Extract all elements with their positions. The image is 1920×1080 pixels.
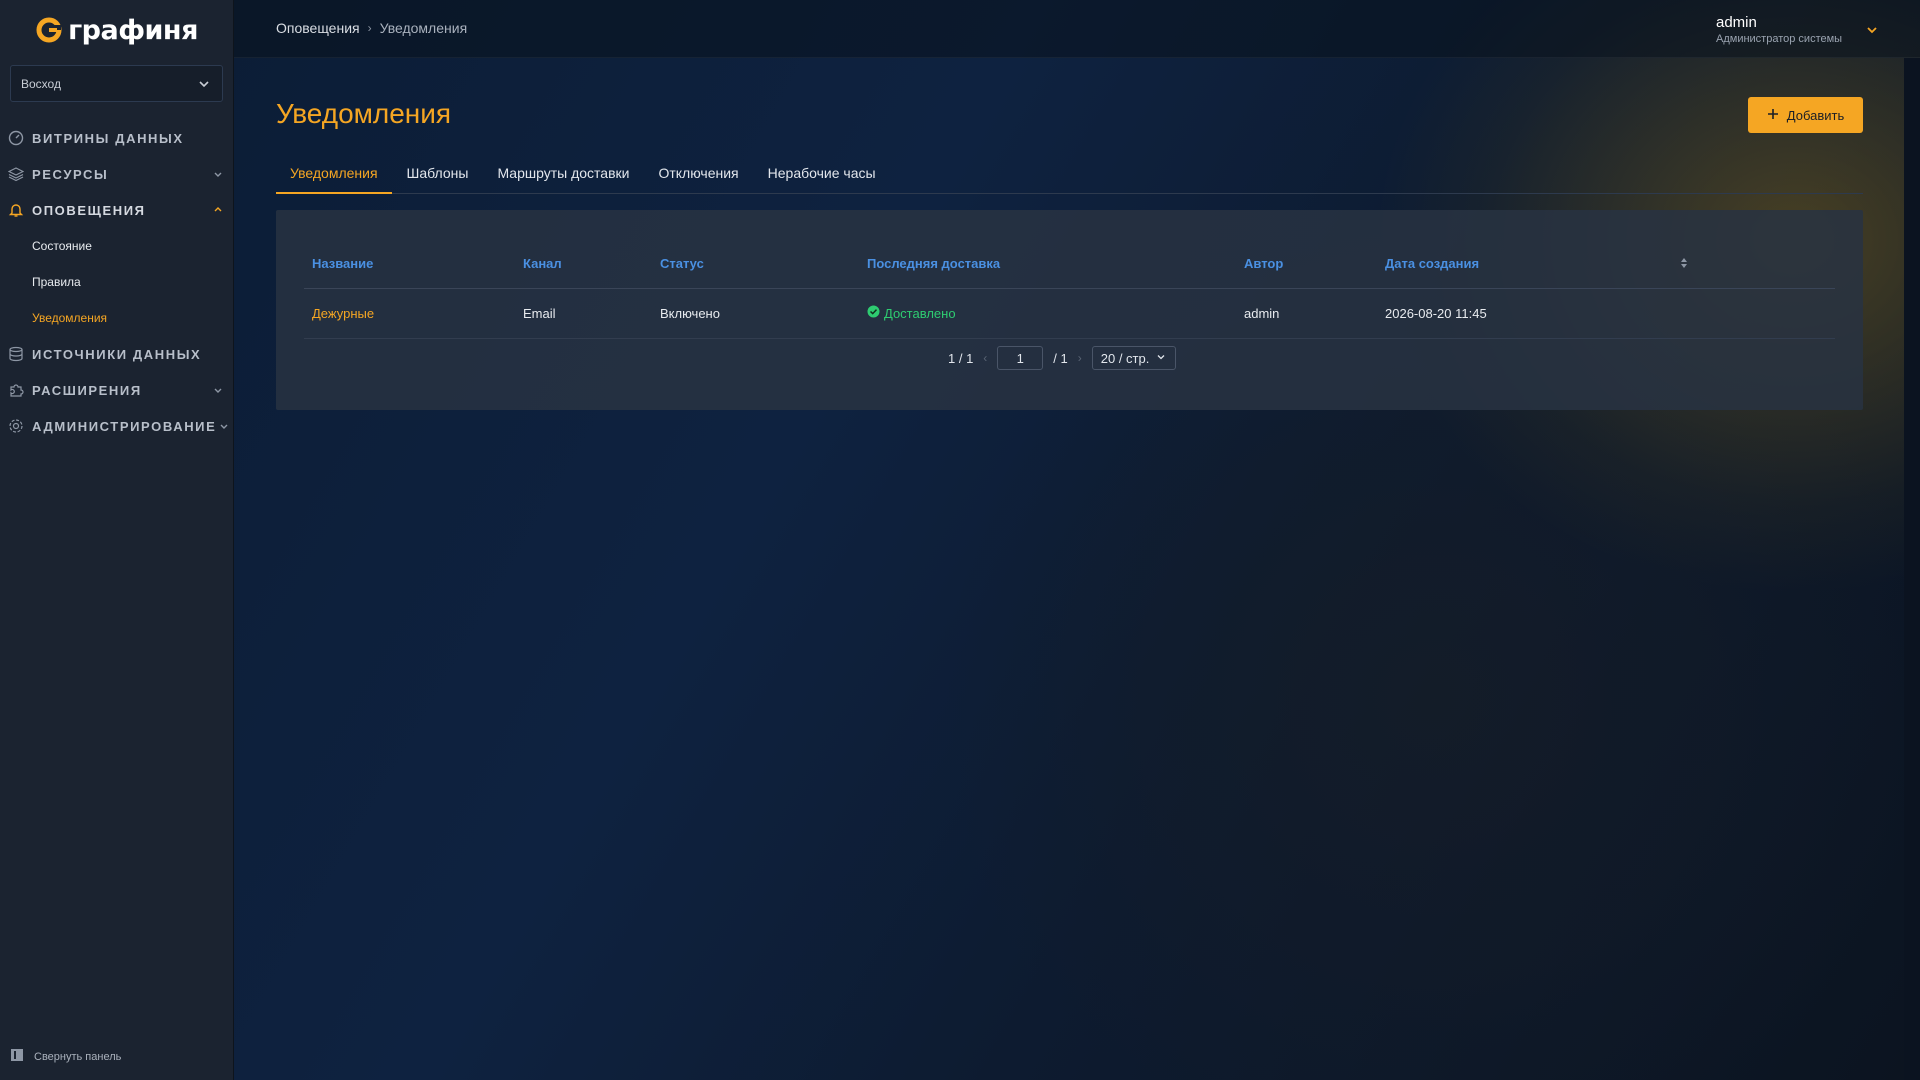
sidebar-nav: Витрины данных Ресурсы Оповещения Состоя… <box>0 120 234 444</box>
sidebar-item-label: Ресурсы <box>32 166 109 182</box>
sidebar-item-label: Витрины данных <box>32 130 184 146</box>
plus-icon <box>1767 108 1779 123</box>
layers-icon <box>8 166 24 182</box>
logo-mark-icon <box>36 17 62 43</box>
top-bar: Оповещения › Уведомления admin Администр… <box>234 0 1920 58</box>
user-name: admin <box>1716 14 1757 31</box>
column-header-created[interactable]: Дата создания <box>1377 240 1835 289</box>
sidebar-item-label: Источники данных <box>32 346 202 362</box>
pagination-total: / 1 <box>1053 350 1068 366</box>
sidebar-item-dashboards[interactable]: Витрины данных <box>0 120 234 156</box>
sidebar-subitem-rules[interactable]: Правила <box>0 264 234 300</box>
bell-icon <box>8 202 24 218</box>
user-role: Администратор системы <box>1716 33 1843 45</box>
cell-status: Включено <box>652 288 859 339</box>
cell-last-delivery: Доставлено <box>859 288 1236 339</box>
column-header-last-delivery[interactable]: Последняя доставка <box>859 240 1236 289</box>
pagination: 1 / 1 ‹ 1 / 1 › 20 / стр. <box>948 346 1177 370</box>
tab-silences[interactable]: Отключения <box>644 160 752 194</box>
puzzle-icon <box>8 382 24 398</box>
sidebar: графиня Восход Витрины данных Ресурсы <box>0 0 234 1080</box>
table-row[interactable]: Дежурные Email Включено Доставлено admin… <box>304 288 1835 339</box>
sidebar-item-label: Оповещения <box>32 202 146 218</box>
cell-channel: Email <box>515 288 652 339</box>
chevron-up-icon <box>210 202 226 218</box>
tab-templates[interactable]: Шаблоны <box>393 160 483 194</box>
logo[interactable]: графиня <box>0 14 234 46</box>
column-header-created-label: Дата создания <box>1385 256 1480 272</box>
sidebar-item-administration[interactable]: Администрирование <box>0 408 234 444</box>
breadcrumb-current: Уведомления <box>379 20 468 36</box>
delivery-status-label: Доставлено <box>884 305 956 321</box>
notifications-panel: Название Канал Статус Последняя доставка… <box>276 210 1863 410</box>
page-size-value: 20 / стр. <box>1100 350 1150 366</box>
tab-notifications[interactable]: Уведомления <box>276 160 392 194</box>
organization-select[interactable]: Восход <box>10 65 223 102</box>
breadcrumb-item[interactable]: Оповещения <box>276 20 360 36</box>
cell-author: admin <box>1236 288 1377 339</box>
delivery-status: Доставлено <box>867 305 956 321</box>
sidebar-item-label: Расширения <box>32 382 142 398</box>
column-header-channel[interactable]: Канал <box>515 240 652 289</box>
sidebar-subitem-notifications[interactable]: Уведомления <box>0 300 234 336</box>
chevron-down-icon <box>1864 22 1880 43</box>
chevron-down-icon <box>210 166 226 182</box>
check-circle-icon <box>867 305 880 321</box>
table-header-row: Название Канал Статус Последняя доставка… <box>304 240 1835 289</box>
chevron-down-icon <box>210 382 226 398</box>
column-header-author[interactable]: Автор <box>1236 240 1377 289</box>
cell-name[interactable]: Дежурные <box>304 288 515 339</box>
column-header-name[interactable]: Название <box>304 240 515 289</box>
breadcrumb: Оповещения › Уведомления <box>276 20 467 36</box>
chevron-down-icon <box>196 76 212 92</box>
tab-delivery-routes[interactable]: Маршруты доставки <box>483 160 643 194</box>
chevron-down-icon <box>216 418 232 434</box>
page-number-input[interactable]: 1 <box>997 346 1044 370</box>
sidebar-item-datasources[interactable]: Источники данных <box>0 336 234 372</box>
sidebar-item-alerting[interactable]: Оповещения <box>0 192 234 228</box>
database-icon <box>8 346 24 362</box>
collapse-sidebar-button[interactable]: Свернуть панель <box>10 1048 121 1065</box>
sort-icon[interactable] <box>1679 256 1689 273</box>
organization-select-value: Восход <box>21 76 61 91</box>
chevron-down-icon <box>1155 351 1167 366</box>
sidebar-item-label: Администрирование <box>32 418 217 434</box>
main-content: Оповещения › Уведомления admin Администр… <box>234 0 1920 1080</box>
column-header-status[interactable]: Статус <box>652 240 859 289</box>
scrollbar[interactable] <box>1904 58 1920 1080</box>
chevron-left-icon[interactable]: ‹ <box>983 351 987 365</box>
pagination-summary: 1 / 1 <box>948 350 974 366</box>
user-menu[interactable]: admin Администратор системы <box>1716 14 1886 45</box>
chevron-right-icon[interactable]: › <box>1078 351 1082 365</box>
add-button-label: Добавить <box>1786 107 1845 123</box>
dashboard-icon <box>8 130 24 146</box>
tab-off-hours[interactable]: Нерабочие часы <box>754 160 890 194</box>
sidebar-subitem-state[interactable]: Состояние <box>0 228 234 264</box>
notifications-table: Название Канал Статус Последняя доставка… <box>304 240 1835 339</box>
gear-icon <box>8 418 24 434</box>
breadcrumb-separator-icon: › <box>367 21 372 35</box>
cell-created: 2026-08-20 11:45 <box>1377 288 1835 339</box>
collapse-sidebar-label: Свернуть панель <box>34 1050 122 1063</box>
sidebar-item-resources[interactable]: Ресурсы <box>0 156 234 192</box>
logo-text: графиня <box>68 14 198 46</box>
tab-bar: Уведомления Шаблоны Маршруты доставки От… <box>276 160 1863 194</box>
collapse-panel-icon <box>10 1048 24 1065</box>
sidebar-item-extensions[interactable]: Расширения <box>0 372 234 408</box>
add-button[interactable]: Добавить <box>1748 97 1863 133</box>
page-size-select[interactable]: 20 / стр. <box>1091 346 1177 370</box>
page-title: Уведомления <box>276 98 452 129</box>
